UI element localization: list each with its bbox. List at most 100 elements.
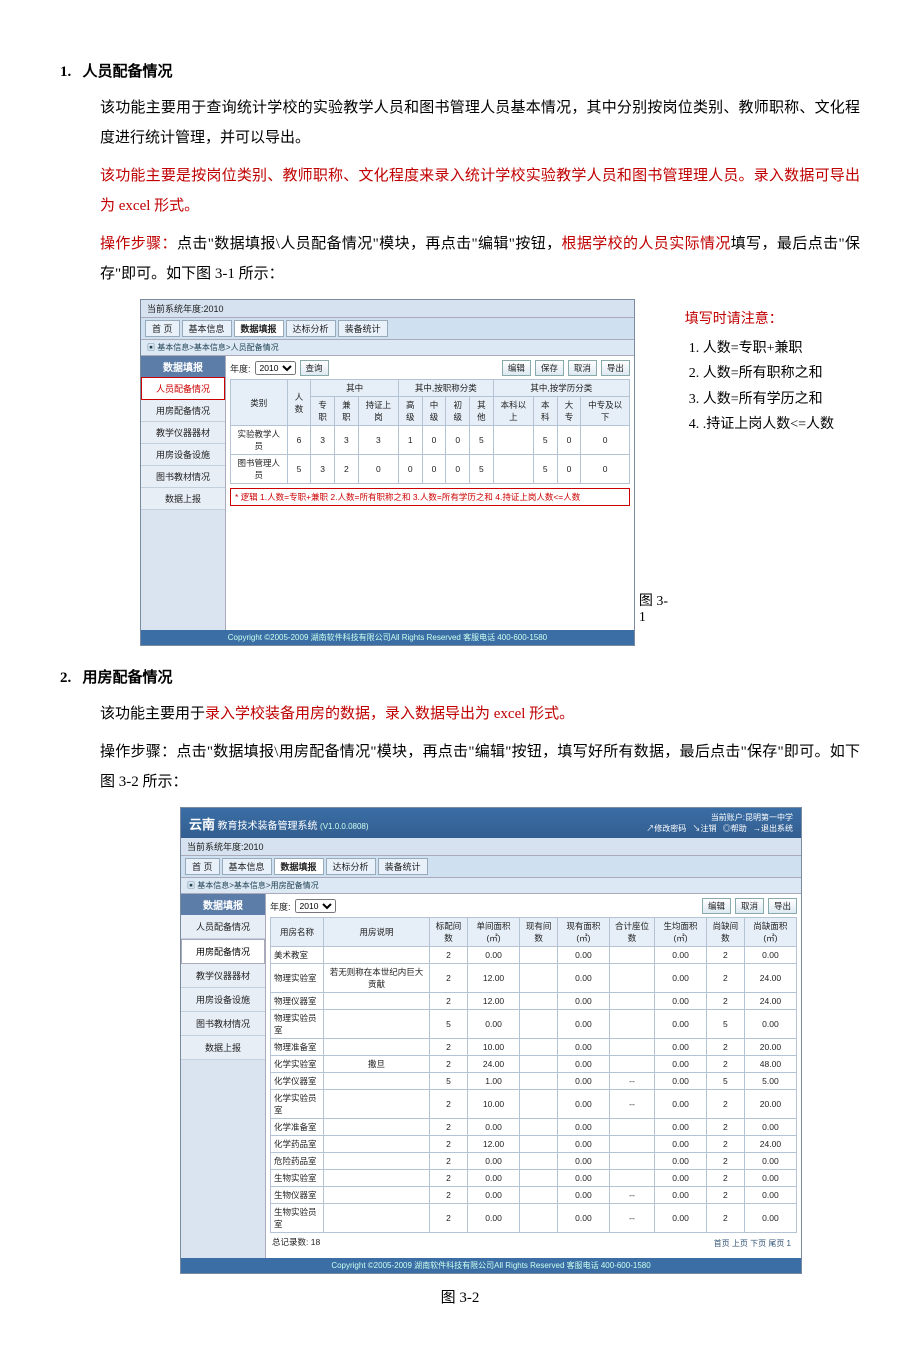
tab-home[interactable]: 首 页	[145, 320, 180, 337]
tab-data[interactable]: 数据填报	[234, 320, 284, 337]
cell: 物理准备室	[271, 1039, 324, 1056]
cell: 物理实验员室	[271, 1010, 324, 1039]
cell	[520, 1119, 558, 1136]
cell: 0.00	[558, 1136, 610, 1153]
table-row: 化学实验员室210.000.00--0.00220.00	[271, 1090, 797, 1119]
logic-hint: * 逻辑 1.人数=专职+兼职 2.人数=所有职称之和 3.人数=所有学历之和 …	[230, 488, 630, 506]
cell: 2	[429, 1136, 467, 1153]
app2-logo: 云南	[189, 817, 215, 832]
sidebar-item-facility[interactable]: 用房设备设施	[141, 444, 225, 466]
tab-analysis[interactable]: 达标分析	[326, 858, 376, 875]
year-select[interactable]: 2010	[295, 899, 336, 913]
cell: 2	[706, 964, 744, 993]
cell: 5	[706, 1073, 744, 1090]
cell: 2	[429, 1090, 467, 1119]
sidebar-item-upload[interactable]: 数据上报	[181, 1036, 265, 1060]
cell	[520, 1010, 558, 1039]
tab-home[interactable]: 首 页	[185, 858, 220, 875]
cell	[520, 1056, 558, 1073]
tab-basic[interactable]: 基本信息	[222, 858, 272, 875]
cell: --	[609, 1187, 655, 1204]
app1-sidebar: 数据填报 人员配备情况 用房配备情况 教学仪器器材 用房设备设施 图书教材情况 …	[141, 356, 226, 630]
cell	[520, 964, 558, 993]
cell	[609, 993, 655, 1010]
cell: 生物仪器室	[271, 1187, 324, 1204]
sidebar-item-equipment[interactable]: 教学仪器器材	[181, 964, 265, 988]
cell: 危险药品室	[271, 1153, 324, 1170]
sidebar-title: 数据填报	[181, 894, 265, 915]
cell: 2	[429, 947, 467, 964]
year-select[interactable]: 2010	[255, 361, 296, 375]
table-row: 物理实验员室50.000.000.0050.00	[271, 1010, 797, 1039]
cell: 0.00	[655, 1170, 707, 1187]
sidebar-item-equipment[interactable]: 教学仪器器材	[141, 422, 225, 444]
cell	[520, 1090, 558, 1119]
pager[interactable]: 首页 上页 下页 尾页 1	[710, 1236, 795, 1251]
sidebar-item-room[interactable]: 用房配备情况	[181, 939, 265, 964]
cell	[520, 1170, 558, 1187]
cell: 2	[429, 1204, 467, 1233]
callout-item: 人数=所有学历之和	[703, 387, 852, 412]
cell: 2	[706, 1187, 744, 1204]
table-header-1: 类别 人数 其中 其中,按职称分类 其中,按学历分类	[231, 380, 630, 397]
cell: 0.00	[744, 947, 796, 964]
export-button[interactable]: 导出	[768, 898, 797, 914]
cell: 0.00	[655, 947, 707, 964]
tab-data[interactable]: 数据填报	[274, 858, 324, 875]
sec1-p3-red2: 根据学校的人员实际情况	[561, 236, 730, 252]
sidebar-item-personnel[interactable]: 人员配备情况	[141, 377, 225, 400]
cell: 24.00	[467, 1056, 519, 1073]
export-button[interactable]: 导出	[601, 360, 630, 376]
cell: 0.00	[467, 947, 519, 964]
cell: --	[609, 1090, 655, 1119]
link-changepw[interactable]: ↗修改密码	[646, 824, 686, 833]
tab-stats[interactable]: 装备统计	[338, 320, 388, 337]
cell: 0.00	[558, 1056, 610, 1073]
cell: 0.00	[558, 964, 610, 993]
save-button[interactable]: 保存	[535, 360, 564, 376]
sidebar-item-books[interactable]: 图书教材情况	[141, 466, 225, 488]
app2-user: 当前账户:昆明第一中学	[642, 812, 793, 823]
cell: 0.00	[467, 1010, 519, 1039]
cell: 美术教室	[271, 947, 324, 964]
cell	[609, 964, 655, 993]
cell	[609, 1170, 655, 1187]
link-help[interactable]: ◎帮助	[723, 824, 747, 833]
sec1-p3-label: 操作步骤：	[100, 236, 177, 252]
link-logout[interactable]: ↘注销	[693, 824, 717, 833]
sidebar-item-facility[interactable]: 用房设备设施	[181, 988, 265, 1012]
cell	[324, 1170, 430, 1187]
sec1-p3-black: 点击"数据填报\人员配备情况"模块，再点击"编辑"按钮，	[177, 236, 562, 252]
cancel-button[interactable]: 取消	[568, 360, 597, 376]
cell	[520, 1073, 558, 1090]
sidebar-item-personnel[interactable]: 人员配备情况	[181, 915, 265, 939]
cell: 24.00	[744, 964, 796, 993]
cell: 0.00	[655, 1090, 707, 1119]
tab-analysis[interactable]: 达标分析	[286, 320, 336, 337]
year-label: 年度:	[270, 900, 291, 913]
tab-basic[interactable]: 基本信息	[182, 320, 232, 337]
app2-topbar: 云南 教育技术装备管理系统 (V1.0.0.0808) 当前账户:昆明第一中学 …	[181, 808, 801, 838]
cancel-button[interactable]: 取消	[735, 898, 764, 914]
cell: 0.00	[655, 993, 707, 1010]
app1-window: 当前系统年度:2010 首 页 基本信息 数据填报 达标分析 装备统计 ▣ 基本…	[140, 299, 635, 646]
figure-3-1: 当前系统年度:2010 首 页 基本信息 数据填报 达标分析 装备统计 ▣ 基本…	[140, 299, 860, 646]
cell: 0.00	[655, 1204, 707, 1233]
cell: 2	[429, 993, 467, 1010]
sec1-para1: 该功能主要用于查询统计学校的实验教学人员和图书管理人员基本情况，其中分别按岗位类…	[100, 93, 860, 153]
tab-stats[interactable]: 装备统计	[378, 858, 428, 875]
edit-button[interactable]: 编辑	[502, 360, 531, 376]
sidebar-item-room[interactable]: 用房配备情况	[141, 400, 225, 422]
table-row: 实验教学人员 6 3 3 3 1 0 0 5 5 0 0	[231, 426, 630, 455]
col-header: 尚缺面积(㎡)	[744, 918, 796, 947]
sidebar-item-upload[interactable]: 数据上报	[141, 488, 225, 510]
app2-window: 云南 教育技术装备管理系统 (V1.0.0.0808) 当前账户:昆明第一中学 …	[180, 807, 802, 1274]
fig-3-2-label: 图 3-2	[60, 1286, 860, 1307]
cell: 0.00	[744, 1170, 796, 1187]
cell: 0.00	[558, 1119, 610, 1136]
query-button[interactable]: 查询	[300, 360, 329, 376]
link-exit[interactable]: →退出系统	[753, 824, 793, 833]
table-row: 危险药品室20.000.000.0020.00	[271, 1153, 797, 1170]
sidebar-item-books[interactable]: 图书教材情况	[181, 1012, 265, 1036]
edit-button[interactable]: 编辑	[702, 898, 731, 914]
